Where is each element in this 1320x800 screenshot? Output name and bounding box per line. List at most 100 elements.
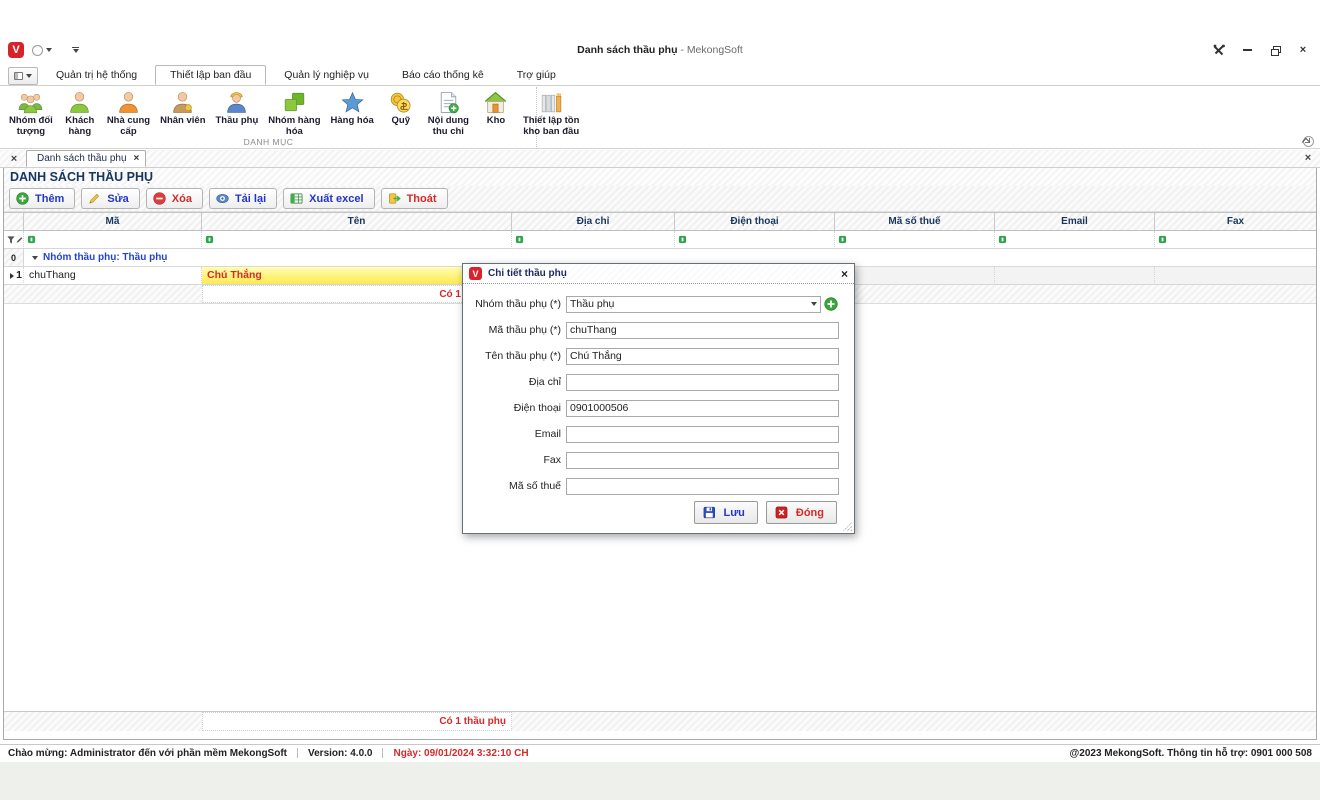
- filter-cell-ma-so-thue[interactable]: [835, 231, 995, 249]
- email-input[interactable]: [566, 426, 839, 443]
- filter-cell-email[interactable]: [995, 231, 1155, 249]
- resize-grip[interactable]: [843, 522, 852, 531]
- ribbon-tab-system-admin[interactable]: Quản trị hệ thống: [41, 65, 152, 85]
- field-row-fax: Fax: [463, 447, 854, 473]
- close-window-button[interactable]: ×: [1296, 43, 1310, 56]
- name-input[interactable]: [566, 348, 839, 365]
- footer-summary: Có 1 thầu phụ: [202, 712, 512, 731]
- filter-icon: [678, 235, 687, 244]
- ribbon-item-products[interactable]: Hàng hóa: [326, 88, 379, 129]
- exit-button[interactable]: Thoát: [381, 188, 448, 209]
- ribbon-item-subcontractors[interactable]: Thầu phụ: [211, 88, 264, 129]
- fax-input[interactable]: [566, 452, 839, 469]
- edit-pencil-icon: [16, 236, 23, 244]
- cell-ma[interactable]: chuThang: [24, 267, 202, 285]
- button-label: Thoát: [407, 193, 437, 205]
- field-label: Địa chỉ: [463, 376, 561, 388]
- close-tab-icon[interactable]: ×: [134, 153, 140, 164]
- page-title: DANH SÁCH THẦU PHỤ: [4, 168, 1316, 186]
- tools-button[interactable]: [1212, 43, 1226, 56]
- filter-icon: [205, 235, 214, 244]
- delete-button[interactable]: Xóa: [146, 188, 203, 209]
- column-header-ma[interactable]: Mã: [24, 213, 202, 231]
- cell-email[interactable]: [995, 267, 1155, 285]
- filter-cell-fax[interactable]: [1155, 231, 1316, 249]
- add-button[interactable]: Thêm: [9, 188, 75, 209]
- grid-header-row: Mã Tên Địa chỉ Điện thoại Mã số thuế Ema…: [4, 213, 1316, 231]
- ribbon-item-initial-stock[interactable]: Thiết lập tồn kho ban đầu: [518, 88, 584, 140]
- dialog-titlebar[interactable]: V Chi tiết thầu phụ ×: [463, 264, 854, 284]
- ribbon-tab-reports[interactable]: Báo cáo thống kê: [387, 65, 499, 85]
- close-dialog-button[interactable]: Đóng: [766, 501, 837, 524]
- column-header-fax[interactable]: Fax: [1155, 213, 1316, 231]
- ribbon-item-product-groups[interactable]: Nhóm hàng hóa: [263, 88, 325, 140]
- field-row-group: Nhóm thầu phụ (*) Thầu phụ: [463, 291, 854, 317]
- filter-cell-dia-chi[interactable]: [512, 231, 675, 249]
- tools-icon: [1213, 44, 1225, 56]
- window-title-suffix: - MekongSoft: [677, 44, 742, 56]
- document-tab-label: Danh sách thầu phụ: [37, 153, 127, 164]
- grid-filter-row: [4, 231, 1316, 249]
- cell-ma-so-thue[interactable]: [835, 267, 995, 285]
- ribbon-item-employees[interactable]: Nhân viên: [155, 88, 210, 129]
- filter-cell-ten[interactable]: [202, 231, 512, 249]
- group-row-indicator: 0: [4, 249, 24, 267]
- add-group-button[interactable]: [824, 297, 838, 311]
- chevron-down-icon: [26, 74, 32, 78]
- column-header-dia-chi[interactable]: Địa chỉ: [512, 213, 675, 231]
- ribbon-item-suppliers[interactable]: Nhà cung cấp: [102, 88, 155, 140]
- cell-fax[interactable]: [1155, 267, 1316, 285]
- column-header-dien-thoai[interactable]: Điện thoại: [675, 213, 835, 231]
- footer-empty: [1155, 712, 1316, 731]
- dialog-title: Chi tiết thầu phụ: [488, 268, 835, 279]
- restore-button[interactable]: [1268, 43, 1282, 56]
- app-menu-button[interactable]: [8, 67, 38, 85]
- filter-row-indicator: [4, 231, 24, 249]
- address-input[interactable]: [566, 374, 839, 391]
- phone-input[interactable]: [566, 400, 839, 417]
- group-footer-indicator: [4, 285, 24, 303]
- column-header-ten[interactable]: Tên: [202, 213, 512, 231]
- button-label: Tải lại: [235, 193, 266, 205]
- save-button[interactable]: Lưu: [694, 501, 758, 524]
- application-window: V Danh sách thầu phụ - MekongSoft ×: [0, 0, 1320, 800]
- document-tab-subcontractor-list[interactable]: Danh sách thầu phụ ×: [26, 150, 146, 167]
- filter-cell-ma[interactable]: [24, 231, 202, 249]
- column-header-ma-so-thue[interactable]: Mã số thuế: [835, 213, 995, 231]
- ribbon-item-object-group[interactable]: Nhóm đối tượng: [4, 88, 58, 140]
- tax-code-input[interactable]: [566, 478, 839, 495]
- close-all-tabs-button[interactable]: ×: [6, 151, 22, 167]
- ribbon-item-customers[interactable]: Khách hàng: [58, 88, 102, 140]
- chevron-down-icon[interactable]: [811, 302, 817, 306]
- ribbon-collapse-icon[interactable]: [1302, 136, 1310, 144]
- ribbon-tab-help[interactable]: Trợ giúp: [502, 65, 571, 85]
- app-logo-icon: V: [469, 267, 482, 280]
- close-document-button[interactable]: ×: [1300, 150, 1316, 166]
- group-select-value: Thầu phụ: [570, 298, 811, 310]
- ribbon-tab-initial-setup[interactable]: Thiết lập ban đầu: [155, 65, 266, 85]
- ribbon-item-label: Nhóm đối tượng: [9, 116, 53, 138]
- layout-icon: [14, 72, 23, 80]
- minimize-button[interactable]: [1240, 43, 1254, 56]
- window-title: Danh sách thầu phụ - MekongSoft: [0, 44, 1320, 56]
- footer-empty: [835, 712, 995, 731]
- code-input[interactable]: [566, 322, 839, 339]
- ribbon-item-label: Quỹ: [392, 116, 410, 127]
- column-header-email[interactable]: Email: [995, 213, 1155, 231]
- group-select[interactable]: Thầu phụ: [566, 296, 821, 313]
- filter-cell-dien-thoai[interactable]: [675, 231, 835, 249]
- ribbon-item-label: Nội dung thu chi: [428, 116, 469, 138]
- ribbon-item-warehouses[interactable]: Kho: [474, 88, 518, 129]
- date-text: Ngày: 09/01/2024 3:32:10 CH: [393, 748, 528, 759]
- ribbon-tab-operations[interactable]: Quản lý nghiệp vụ: [269, 65, 384, 85]
- export-excel-button[interactable]: Xuất excel: [283, 188, 374, 209]
- dialog-close-button[interactable]: ×: [841, 267, 848, 281]
- ribbon-item-funds[interactable]: Quỹ: [379, 88, 423, 129]
- subcontractor-detail-dialog: V Chi tiết thầu phụ × Nhóm thầu phụ (*) …: [462, 263, 855, 534]
- reload-button[interactable]: Tải lại: [209, 188, 277, 209]
- ribbon-item-income-expense[interactable]: Nội dung thu chi: [423, 88, 474, 140]
- separator: [382, 748, 383, 758]
- collapse-triangle-icon[interactable]: [32, 256, 38, 260]
- button-label: Xóa: [172, 193, 192, 205]
- edit-button[interactable]: Sửa: [81, 188, 139, 209]
